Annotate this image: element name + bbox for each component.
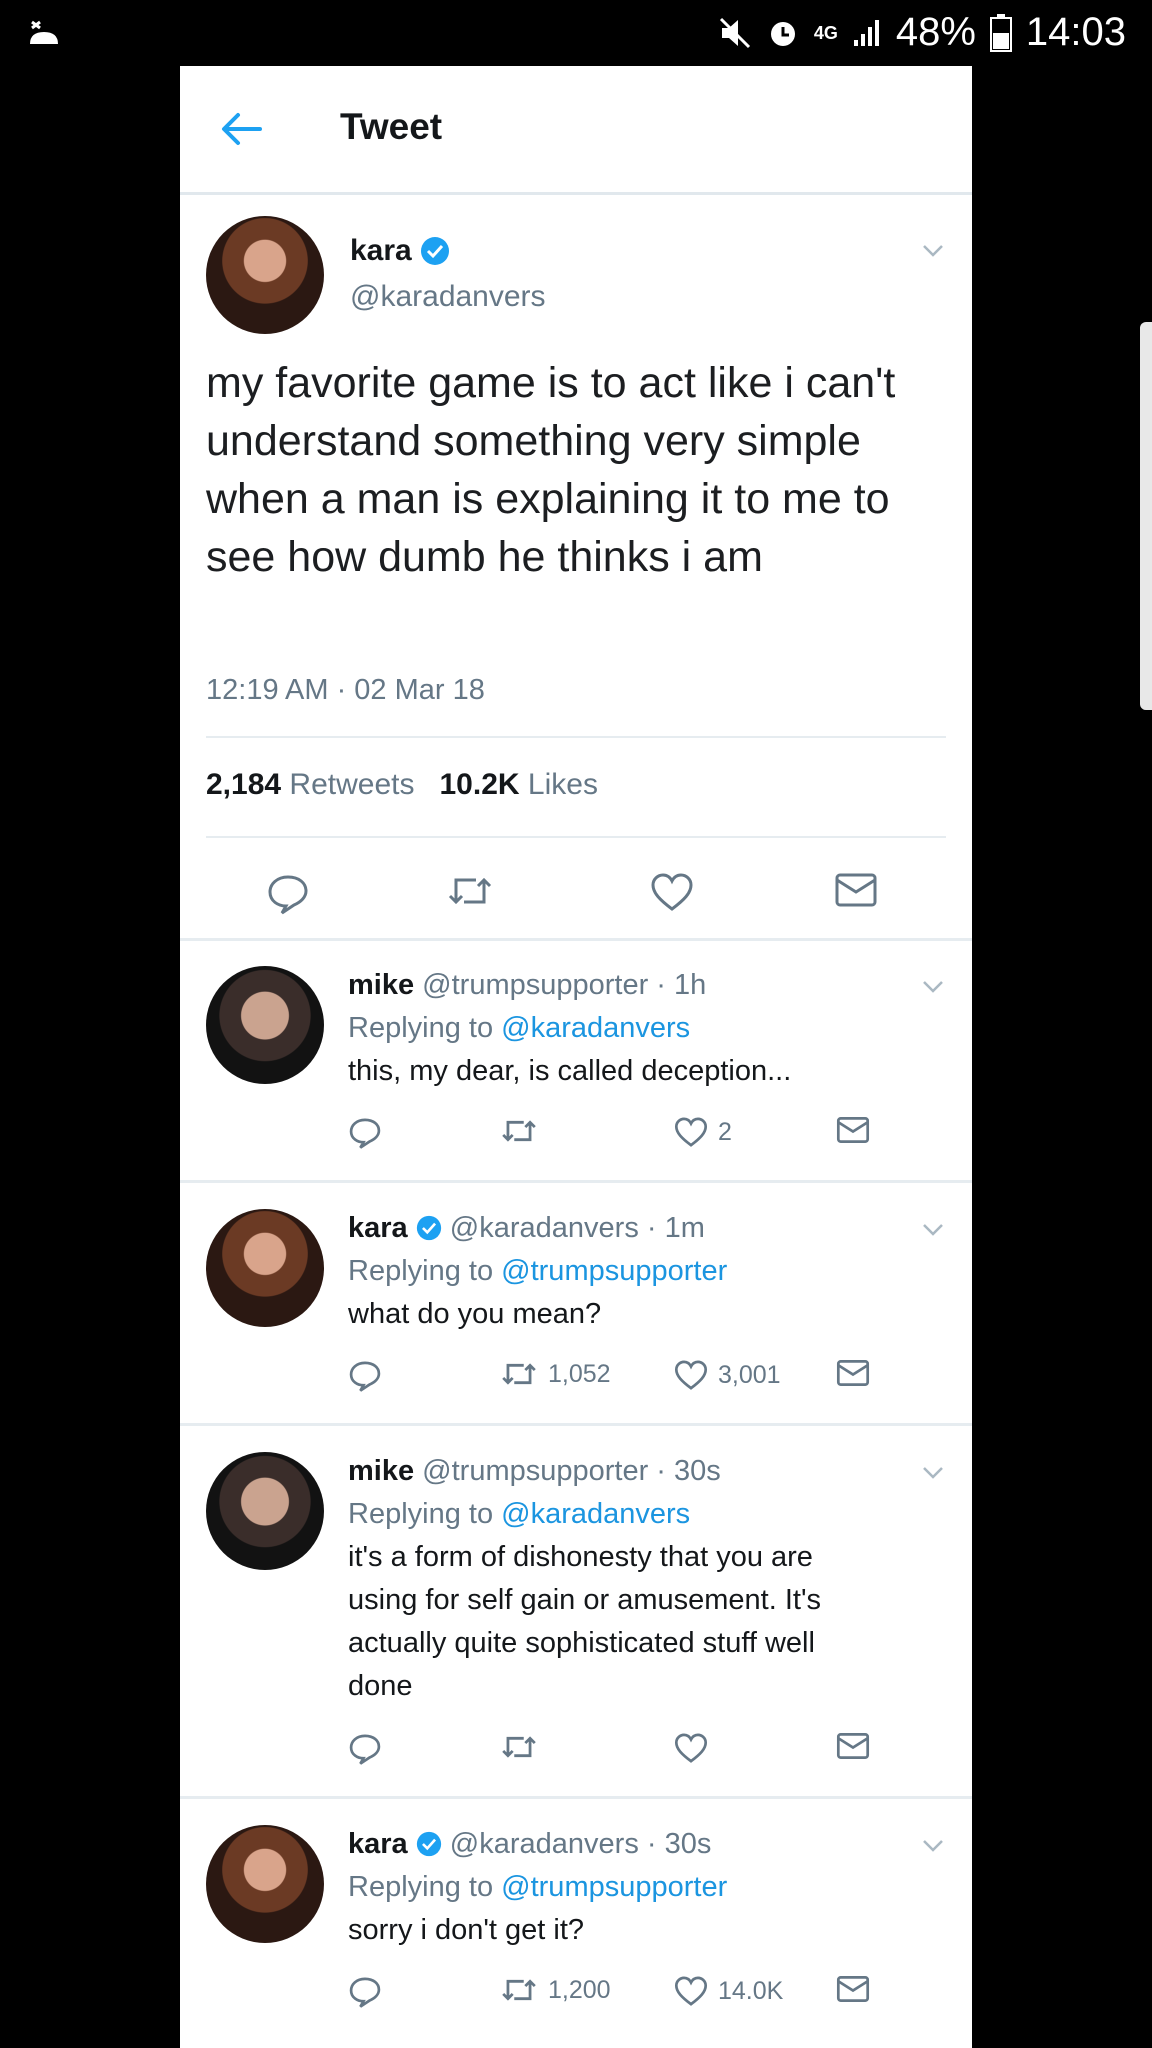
avatar[interactable]	[206, 1452, 324, 1570]
app-header: Tweet	[180, 66, 972, 195]
message-icon[interactable]	[836, 1732, 870, 1760]
alarm-icon	[766, 16, 800, 50]
mention-link[interactable]: @trumpsupporter	[501, 1871, 727, 1903]
heart-icon[interactable]: 14.0K	[674, 1975, 783, 2007]
replying-label: Replying to	[348, 1012, 494, 1044]
tweet-actions	[206, 866, 946, 926]
retweet-count[interactable]: 2,184	[206, 768, 281, 801]
retweet-icon[interactable]	[446, 872, 494, 915]
mention-link[interactable]: @karadanvers	[501, 1498, 690, 1530]
reply-actions	[348, 1732, 932, 1776]
reply-text-line: it's a form of dishonesty that you are	[348, 1541, 813, 1573]
reply-icon[interactable]	[348, 1732, 382, 1766]
reply-text: this, my dear, is called deception...	[348, 1055, 792, 1087]
reply-item[interactable]: kara @karadanvers · 1m Replying to @trum…	[180, 1183, 972, 1426]
reply-item[interactable]: mike @trumpsupporter · 1h Replying to @k…	[180, 940, 972, 1183]
reply-text-line: done	[348, 1670, 413, 1702]
scroll-handle[interactable]	[1140, 322, 1152, 710]
reply-item[interactable]: mike @trumpsupporter · 30s Replying to @…	[180, 1426, 972, 1799]
reply-list: mike @trumpsupporter · 1h Replying to @k…	[180, 940, 972, 2048]
battery-level: 48%	[895, 10, 976, 54]
verified-badge-icon	[416, 1831, 441, 1857]
like-count: 14.0K	[718, 1976, 784, 2005]
reply-author-name[interactable]: kara	[348, 1828, 408, 1860]
retweet-label[interactable]: Retweets	[289, 768, 414, 801]
reply-text: sorry i don't get it?	[348, 1914, 585, 1946]
message-icon[interactable]	[836, 1975, 870, 2003]
retweet-icon[interactable]: 1,200	[500, 1975, 611, 2005]
page-title: Tweet	[340, 106, 443, 147]
like-count: 3,001	[718, 1360, 781, 1389]
back-arrow-icon[interactable]	[220, 112, 262, 151]
heart-icon[interactable]: 2	[674, 1116, 732, 1148]
replying-label: Replying to	[348, 1871, 494, 1903]
reply-text-line: using for self gain or amusement. It's	[348, 1584, 821, 1616]
avatar[interactable]	[206, 216, 324, 334]
mention-link[interactable]: @karadanvers	[501, 1012, 690, 1044]
verified-badge-icon	[420, 237, 449, 265]
like-count[interactable]: 10.2K	[440, 768, 520, 801]
battery-icon	[989, 13, 1012, 52]
retweet-count: 1,200	[548, 1975, 611, 2004]
network-label: 4G	[813, 22, 838, 43]
divider	[206, 836, 946, 838]
replying-label: Replying to	[348, 1498, 494, 1530]
reply-icon[interactable]	[348, 1116, 382, 1150]
heart-icon[interactable]	[650, 872, 694, 917]
author-handle[interactable]: @karadanvers	[350, 280, 546, 314]
divider	[206, 736, 946, 738]
like-label[interactable]: Likes	[528, 768, 598, 801]
retweet-icon[interactable]	[500, 1116, 548, 1146]
notification-icon	[26, 14, 62, 58]
tweet-timestamp: 12:19 AM · 02 Mar 18	[206, 674, 485, 706]
reply-meta: @karadanvers · 30s	[449, 1828, 712, 1860]
reply-actions: 2	[348, 1116, 932, 1160]
avatar[interactable]	[206, 1825, 324, 1943]
status-bar: 4G 48% 14:03	[0, 0, 1152, 66]
reply-text: what do you mean?	[348, 1298, 602, 1330]
reply-icon[interactable]	[266, 872, 310, 921]
heart-icon[interactable]	[674, 1732, 718, 1764]
retweet-icon[interactable]	[500, 1732, 548, 1762]
mention-link[interactable]: @trumpsupporter	[501, 1255, 727, 1287]
signal-icon	[852, 18, 882, 48]
retweet-count: 1,052	[548, 1359, 611, 1388]
message-icon[interactable]	[834, 872, 878, 913]
message-icon[interactable]	[836, 1116, 870, 1144]
heart-icon[interactable]: 3,001	[674, 1359, 781, 1391]
reply-author-name[interactable]: kara	[348, 1212, 408, 1244]
chevron-down-icon[interactable]	[922, 244, 944, 263]
reply-meta: @trumpsupporter · 30s	[422, 1455, 721, 1487]
reply-author-name[interactable]: mike	[348, 1455, 414, 1487]
replying-label: Replying to	[348, 1255, 494, 1287]
clock: 14:03	[1025, 10, 1126, 54]
reply-icon[interactable]	[348, 1359, 382, 1393]
tweet-stats: 2,184 Retweets 10.2K Likes	[206, 768, 598, 802]
reply-item[interactable]: kara @karadanvers · 30s Replying to @tru…	[180, 1799, 972, 2048]
mute-icon	[718, 16, 752, 50]
verified-badge-icon	[416, 1215, 441, 1241]
tweet-text: my favorite game is to act like i can't …	[206, 359, 896, 581]
reply-actions: 1,052 3,001	[348, 1359, 932, 1403]
message-icon[interactable]	[836, 1359, 870, 1387]
reply-icon[interactable]	[348, 1975, 382, 2009]
reply-meta: @trumpsupporter · 1h	[422, 969, 707, 1001]
retweet-icon[interactable]: 1,052	[500, 1359, 611, 1389]
reply-author-name[interactable]: mike	[348, 969, 414, 1001]
reply-actions: 1,200 14.0K	[348, 1975, 932, 2019]
avatar[interactable]	[206, 1209, 324, 1327]
reply-text-line: actually quite sophisticated stuff well	[348, 1627, 815, 1659]
avatar[interactable]	[206, 966, 324, 1084]
tweet-screen: Tweet kara @karadanvers my favorite game…	[180, 66, 972, 2048]
like-count: 2	[718, 1117, 732, 1146]
author-name[interactable]: kara	[350, 234, 450, 268]
reply-meta: @karadanvers · 1m	[449, 1212, 705, 1244]
